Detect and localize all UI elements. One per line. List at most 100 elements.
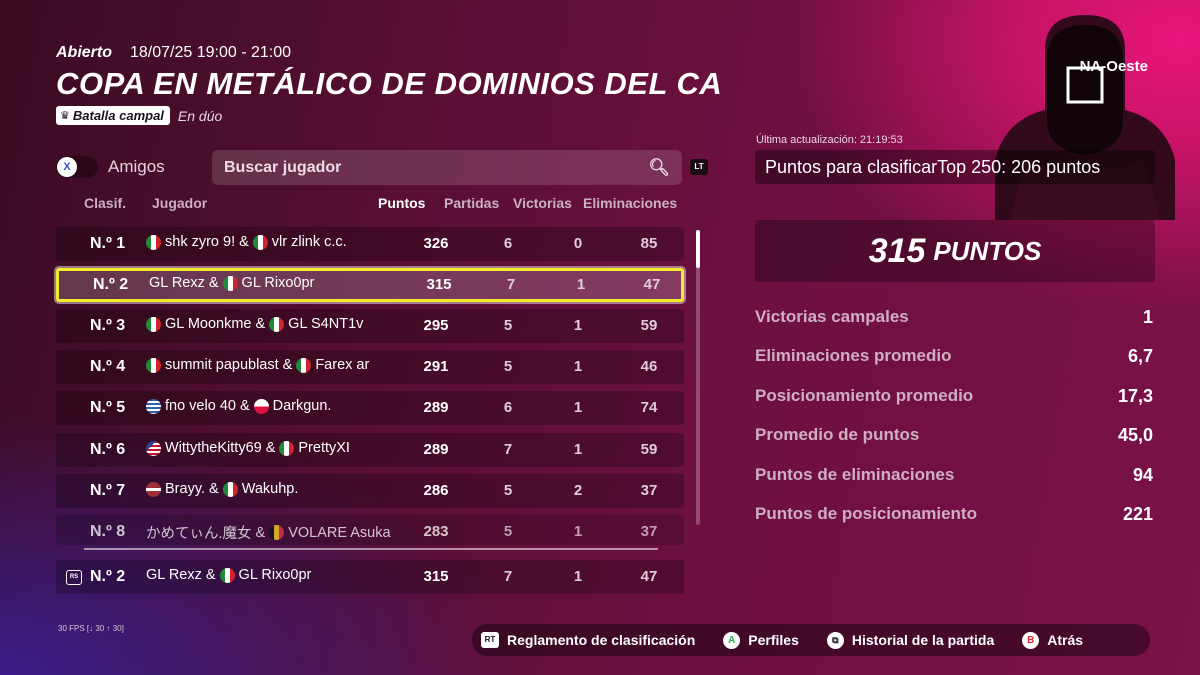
total-score: 315 PUNTOS <box>755 220 1155 282</box>
mexico-flag-icon <box>146 234 161 250</box>
table-row[interactable]: N.º 3 GL Moonkme & GL S4NT1v 295 5 1 59 <box>56 309 684 343</box>
b-button-icon: B <box>1022 631 1040 649</box>
crown-icon: ♛ <box>60 110 70 122</box>
row-points: 289 <box>423 399 449 416</box>
ampersand: & <box>265 440 276 456</box>
row-matches: 5 <box>503 317 513 334</box>
latvia-flag-icon <box>146 481 161 497</box>
row-points: 295 <box>423 317 449 334</box>
table-row[interactable]: N.º 8 かめてぃん.魔女 & VOLARE Asuka 283 5 1 37 <box>56 515 684 545</box>
mexico-flag-icon <box>296 357 312 373</box>
row-matches: 7 <box>506 276 516 293</box>
table-row[interactable]: N.º 4 summit papublast & Farex ar 291 5 1 46 <box>56 350 684 384</box>
back-button[interactable]: B Atrás <box>1022 631 1084 649</box>
history-label: Historial de la partida <box>851 632 995 648</box>
ampersand: & <box>239 234 249 250</box>
stat-label: Promedio de puntos <box>755 425 920 444</box>
ampersand: & <box>208 275 219 291</box>
row-points: 326 <box>423 235 449 252</box>
mexico-flag-icon <box>146 357 161 373</box>
table-row[interactable]: N.º 7 Brayy. & Wakuhp. 286 5 2 37 <box>56 474 684 508</box>
row-elims: 46 <box>640 358 658 375</box>
ampersand: & <box>209 481 219 497</box>
row-wins: 1 <box>573 523 583 540</box>
row-players: Brayy. & Wakuhp. <box>146 481 401 497</box>
stat-label: Victorias campales <box>755 307 909 326</box>
row-players: GL Rexz & GL Rixo0pr <box>146 567 401 583</box>
ampersand: & <box>255 524 266 541</box>
mode-badge: ♛ Batalla campal <box>56 106 170 125</box>
ampersand: & <box>255 316 266 332</box>
stat-value: 221 <box>1122 504 1153 524</box>
profiles-label: Perfiles <box>748 632 799 648</box>
profiles-button[interactable]: A Perfiles <box>723 631 799 649</box>
score-value: 315 <box>868 231 926 270</box>
row-elims: 74 <box>640 399 658 416</box>
player-1: GL Rexz <box>149 275 205 291</box>
player-2: Darkgun. <box>272 398 332 414</box>
mexico-flag-icon <box>252 234 268 250</box>
search-icon[interactable]: 🔍︎ <box>648 158 670 178</box>
mode-subtitle: En dúo <box>177 107 223 124</box>
player-1: かめてぃん.魔女 <box>146 526 252 542</box>
table-row[interactable]: N.º 5 fno velo 40 & Darkgun. 289 6 1 74 <box>56 391 684 425</box>
player-1: shk zyro 9! <box>165 234 236 250</box>
match-history-button[interactable]: ⧉ Historial de la partida <box>826 631 995 649</box>
row-matches: 5 <box>503 523 513 540</box>
player-1: WittytheKitty69 <box>165 440 262 456</box>
row-rank: N.º 2 <box>93 276 129 293</box>
friends-filter[interactable]: X Amigos <box>56 156 165 178</box>
row-matches: 7 <box>503 568 513 585</box>
poland-flag-icon <box>253 398 269 414</box>
col-rank: Clasif. <box>84 195 127 211</box>
mode-label: Batalla campal <box>72 108 164 123</box>
row-rank: N.º 6 <box>90 441 126 458</box>
row-matches: 6 <box>503 399 513 416</box>
row-wins: 1 <box>576 276 586 293</box>
stat-value: 45,0 <box>1117 425 1153 445</box>
search-input[interactable]: Buscar jugador 🔍︎ <box>212 150 682 185</box>
row-wins: 1 <box>573 399 583 416</box>
friends-toggle[interactable]: X <box>56 156 98 178</box>
friends-label: Amigos <box>108 157 165 176</box>
player-2: GL S4NT1v <box>288 316 364 332</box>
event-status: Abierto <box>56 44 112 61</box>
table-row-selected[interactable]: N.º 2 GL Rexz & GL Rixo0pr 315 7 1 47 <box>54 266 686 304</box>
player-1: summit papublast <box>165 357 279 373</box>
qualify-value: Top 250: 206 puntos <box>937 156 1101 177</box>
row-wins: 2 <box>573 482 583 499</box>
ampersand: & <box>205 567 216 583</box>
player-2: Wakuhp. <box>241 481 299 497</box>
scrollbar-thumb[interactable] <box>696 230 700 268</box>
action-bar: RT Reglamento de clasificación A Perfile… <box>472 624 1150 656</box>
player-2: PrettyXI <box>298 440 350 456</box>
view-button-icon: ⧉ <box>826 631 844 649</box>
my-team-icon: RS <box>66 570 82 585</box>
col-wins: Victorias <box>513 195 572 211</box>
player-2: VOLARE Asuka <box>288 524 391 541</box>
scrollbar[interactable] <box>696 230 700 525</box>
event-datetime: 18/07/25 19:00 - 21:00 <box>130 44 292 61</box>
row-rank: N.º 4 <box>90 358 126 375</box>
player-2: Farex ar <box>315 357 370 373</box>
qualify-threshold: Puntos para clasificar Top 250: 206 punt… <box>755 150 1155 184</box>
rules-button[interactable]: RT Reglamento de clasificación <box>481 632 695 648</box>
lt-button-icon: LT <box>690 159 708 175</box>
row-points: 289 <box>423 441 449 458</box>
row-points: 291 <box>423 358 449 375</box>
region-label: NA-Oeste <box>1079 58 1148 75</box>
col-matches: Partidas <box>444 195 500 211</box>
a-button-icon: A <box>723 631 741 649</box>
stat-label: Puntos de posicionamiento <box>755 504 977 523</box>
row-elims: 47 <box>643 276 661 293</box>
my-team-row[interactable]: RS N.º 2 GL Rexz & GL Rixo0pr 315 7 1 47 <box>56 560 684 594</box>
x-button-icon: X <box>57 157 77 177</box>
rules-label: Reglamento de clasificación <box>507 632 696 648</box>
row-matches: 5 <box>503 482 513 499</box>
back-label: Atrás <box>1047 632 1084 648</box>
table-row[interactable]: N.º 1 shk zyro 9! & vlr zlink c.c. 326 6 0 85 <box>56 227 684 261</box>
col-elims: Eliminaciones <box>583 195 678 211</box>
table-row[interactable]: N.º 6 WittytheKitty69 & PrettyXI 289 7 1 59 <box>56 433 684 467</box>
player-2: vlr zlink c.c. <box>271 234 347 250</box>
search-placeholder: Buscar jugador <box>224 158 342 176</box>
